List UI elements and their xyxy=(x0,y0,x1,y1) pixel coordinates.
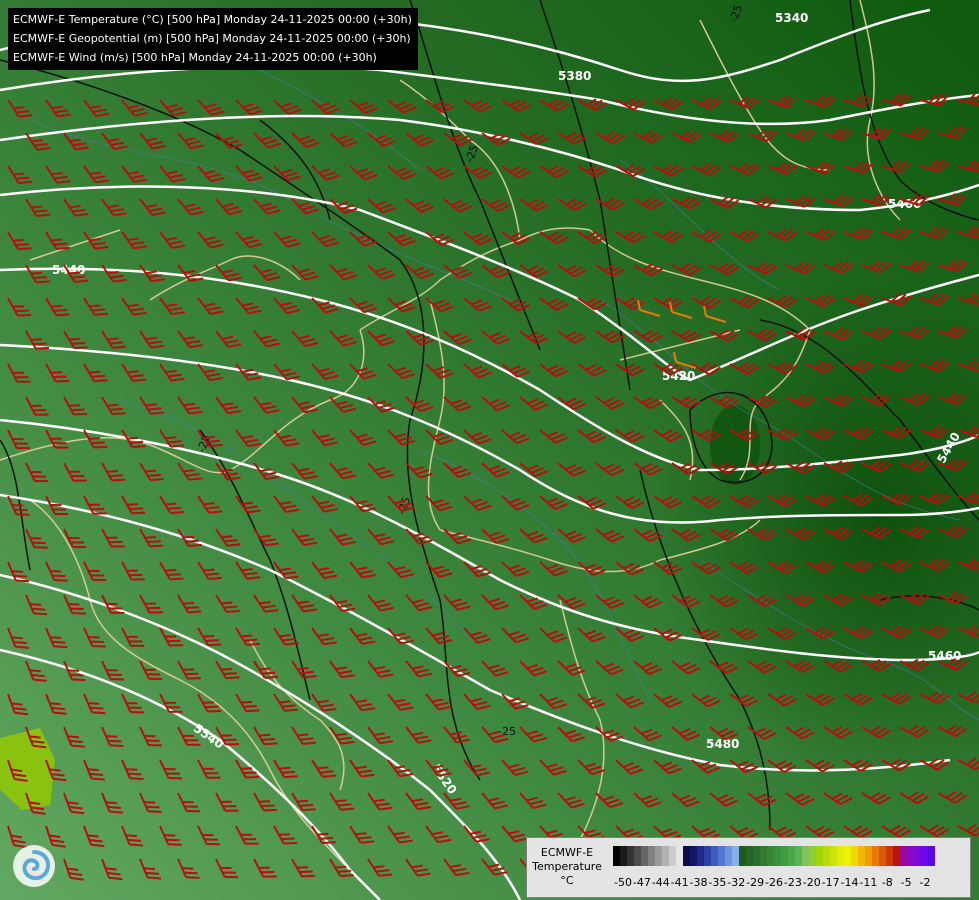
legend-tick-label: -20 xyxy=(802,876,821,889)
legend-color-cell xyxy=(907,846,914,866)
legend-color-cell xyxy=(809,846,816,866)
legend-color-cell xyxy=(767,846,774,866)
legend-color-cell xyxy=(823,846,830,866)
legend-tick-label: -50 xyxy=(614,876,632,889)
legend-tick-label: -17 xyxy=(821,876,840,889)
legend-tick-label: -38 xyxy=(689,876,708,889)
legend-color-cell xyxy=(634,846,641,866)
legend-color-cell xyxy=(746,846,753,866)
legend-color-cell xyxy=(816,846,823,866)
legend-title: ECMWF-E Temperature °C xyxy=(531,846,603,888)
legend-color-cell xyxy=(830,846,837,866)
legend-color-cell xyxy=(928,846,935,866)
legend-color-cell xyxy=(704,846,711,866)
legend-color-cell xyxy=(718,846,725,866)
legend-color-cell xyxy=(774,846,781,866)
legend-color-cell xyxy=(844,846,851,866)
legend-unit: °C xyxy=(560,874,574,887)
legend-color-cell xyxy=(676,846,683,866)
legend-color-cell xyxy=(690,846,697,866)
legend-ticks: -50 -47 -44 -41 -38 -35 -32 -29 -26 -23 -20 -17 -14-… xyxy=(613,876,968,890)
legend-tick-label: -2 xyxy=(919,876,931,889)
geopotential-label: 5480 xyxy=(706,737,739,751)
map-header: ECMWF-E Temperature (°C) [500 hPa] Monda… xyxy=(8,8,418,70)
meteo-logo-icon xyxy=(13,845,55,887)
legend-color-cell xyxy=(669,846,676,866)
legend-color-cell xyxy=(851,846,858,866)
legend-tick-label: -29 xyxy=(746,876,765,889)
legend-color-cell xyxy=(858,846,865,866)
header-geopotential: ECMWF-E Geopotential (m) [500 hPa] Monda… xyxy=(13,32,411,45)
legend-color-cell xyxy=(753,846,760,866)
legend-model: ECMWF-E xyxy=(540,846,594,859)
legend-color-cell xyxy=(879,846,886,866)
legend-color-cell xyxy=(872,846,879,866)
legend-color-cell xyxy=(613,846,620,866)
legend-color-cell xyxy=(900,846,907,866)
legend-color-cell xyxy=(732,846,739,866)
legend-tick-label: -5 xyxy=(900,876,912,889)
legend-tick-label: -41 xyxy=(670,876,689,889)
temperature-legend: ECMWF-E Temperature °C -50 -47 -44 -41 -38 -3… xyxy=(526,837,971,898)
legend-color-cell xyxy=(781,846,788,866)
cold-pocket xyxy=(710,405,760,485)
geopotential-label: 5460 xyxy=(928,649,961,663)
geopotential-label: 5380 xyxy=(558,69,591,83)
legend-tick-label: -11 xyxy=(859,876,878,889)
geopotential-label: 5440 xyxy=(52,263,85,277)
header-temperature: ECMWF-E Temperature (°C) [500 hPa] Monda… xyxy=(13,13,412,26)
legend-color-cell xyxy=(648,846,655,866)
legend-color-cell xyxy=(655,846,662,866)
legend-color-cell xyxy=(725,846,732,866)
legend-color-bar xyxy=(613,846,935,866)
legend-color-cell xyxy=(893,846,900,866)
legend-color-cell xyxy=(795,846,802,866)
legend-color-cell xyxy=(802,846,809,866)
legend-tick-label: -8 xyxy=(881,876,893,889)
legend-tick-label: -23 xyxy=(783,876,802,889)
legend-tick-label: -44 xyxy=(651,876,670,889)
legend-color-cell xyxy=(662,846,669,866)
legend-color-cell xyxy=(620,846,627,866)
legend-color-cell xyxy=(683,846,690,866)
legend-tick-label: -32 xyxy=(727,876,746,889)
legend-color-cell xyxy=(760,846,767,866)
header-wind: ECMWF-E Wind (m/s) [500 hPa] Monday 24-1… xyxy=(13,51,377,64)
legend-tick-label: -26 xyxy=(765,876,783,889)
legend-color-cell xyxy=(641,846,648,866)
legend-color-cell xyxy=(837,846,844,866)
legend-color-cell xyxy=(921,846,928,866)
weather-map: 5340 5380 5400 5420 5440 5440 5460 5480 … xyxy=(0,0,979,900)
legend-tick-label: -47 xyxy=(632,876,651,889)
legend-color-cell xyxy=(711,846,718,866)
legend-color-cell xyxy=(914,846,921,866)
legend-tick-label: -14 xyxy=(840,876,859,889)
legend-color-cell xyxy=(739,846,746,866)
legend-color-cell xyxy=(886,846,893,866)
legend-variable: Temperature xyxy=(532,860,602,873)
legend-color-cell xyxy=(697,846,704,866)
legend-color-cell xyxy=(865,846,872,866)
geopotential-label: 5340 xyxy=(775,11,808,25)
legend-color-cell xyxy=(627,846,634,866)
legend-color-cell xyxy=(788,846,795,866)
legend-tick-label: -35 xyxy=(708,876,727,889)
